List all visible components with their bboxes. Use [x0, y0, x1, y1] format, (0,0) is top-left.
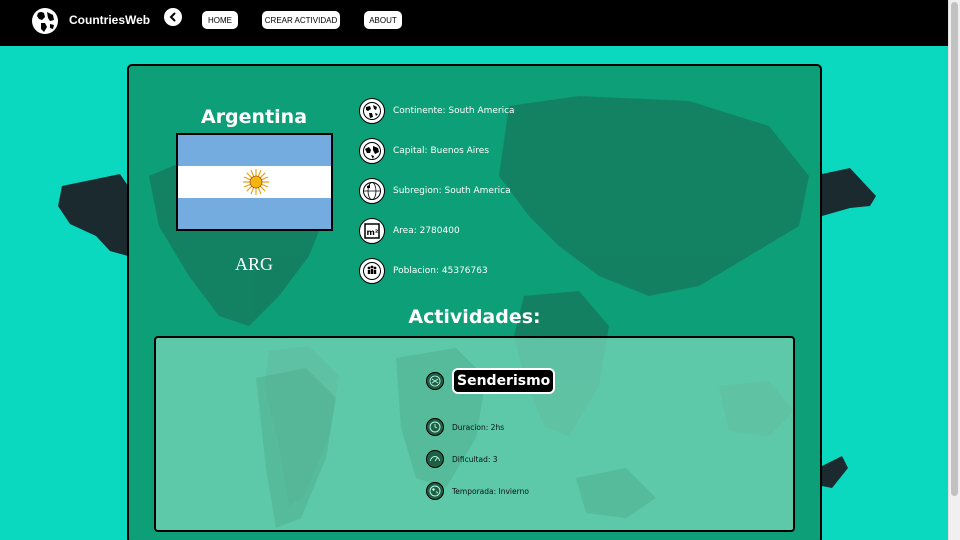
chevron-left-icon — [169, 12, 176, 22]
activity-name: Senderismo — [452, 368, 556, 394]
activity-duration: Duracion: 2hs — [452, 422, 505, 432]
globe-icon — [359, 98, 385, 124]
world-map-icon — [359, 138, 385, 164]
info-continent: Continente: South America — [359, 97, 515, 125]
population-text: Poblacion: 45376763 — [393, 266, 488, 276]
area-m2-icon: m² — [359, 218, 385, 244]
activity-season: Temporada: Invierno — [452, 486, 529, 496]
globe-lines-icon — [359, 178, 385, 204]
continent-text: Continente: South America — [393, 106, 515, 116]
nav-create-activity-button[interactable]: CREAR ACTIVIDAD — [262, 11, 340, 29]
activity-difficulty: Dificultad: 3 — [452, 454, 498, 464]
globe-small-icon — [426, 482, 444, 500]
subregion-text: Subregion: South America — [393, 186, 511, 196]
navbar: CountriesWeb HOME CREAR ACTIVIDAD ABOUT — [0, 0, 948, 46]
capital-text: Capital: Buenos Aires — [393, 146, 490, 156]
info-capital: Capital: Buenos Aires — [359, 137, 489, 165]
activity-duration-row: Duracion: 2hs — [426, 418, 504, 436]
nav-home-button[interactable]: HOME — [202, 11, 238, 29]
activities-title: Actividades: — [408, 306, 541, 328]
svg-text:m²: m² — [367, 228, 379, 237]
hiking-icon — [426, 372, 444, 390]
country-detail-card: Argentina ARG Continente: South America — [127, 64, 822, 540]
argentina-flag-image — [176, 133, 333, 231]
scrollbar-thumb[interactable] — [951, 2, 958, 496]
activity-difficulty-row: Dificultad: 3 — [426, 450, 498, 468]
globe-logo-icon[interactable] — [31, 7, 59, 35]
activity-season-row: Temporada: Invierno — [426, 482, 529, 500]
info-population: Poblacion: 45376763 — [359, 257, 488, 285]
activities-panel: Senderismo Duracion: 2hs Dificultad: 3 T… — [154, 336, 795, 532]
country-code: ARG — [234, 254, 273, 274]
back-button[interactable] — [164, 8, 182, 26]
population-icon — [359, 258, 385, 284]
country-name: Argentina — [200, 106, 308, 128]
brand-title[interactable]: CountriesWeb — [69, 13, 150, 27]
clock-icon — [426, 418, 444, 436]
info-area: m² Area: 2780400 — [359, 217, 460, 245]
gauge-icon — [426, 450, 444, 468]
nav-about-button[interactable]: ABOUT — [364, 11, 402, 29]
info-subregion: Subregion: South America — [359, 177, 511, 205]
area-text: Area: 2780400 — [393, 226, 460, 236]
activity-header: Senderismo — [426, 368, 556, 394]
sun-of-may-icon — [243, 169, 269, 195]
page-scrollbar[interactable] — [948, 0, 960, 540]
